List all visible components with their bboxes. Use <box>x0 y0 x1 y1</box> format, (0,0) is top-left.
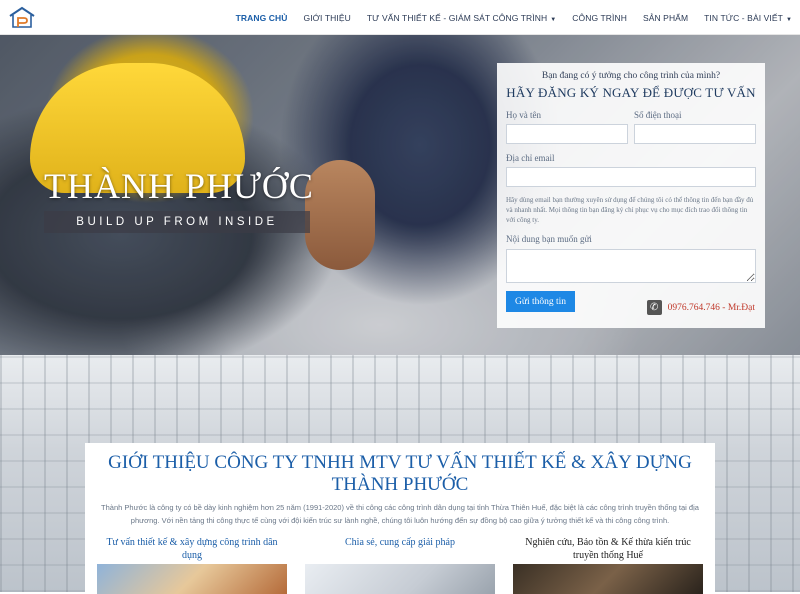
menu-item-products[interactable]: SẢN PHẨM <box>635 13 696 23</box>
submit-button[interactable]: Gửi thông tin <box>506 291 575 312</box>
service-card[interactable]: Tư vấn thiết kế & xây dựng công trình dâ… <box>97 536 287 594</box>
menu-item-news[interactable]: TIN TỨC - BÀI VIẾT ▼ <box>696 13 800 23</box>
service-cards: Tư vấn thiết kế & xây dựng công trình dâ… <box>97 536 703 594</box>
intro-title: GIỚI THIỆU CÔNG TY TNHH MTV TƯ VẤN THIẾT… <box>108 452 692 495</box>
card-image <box>97 564 287 594</box>
menu-item-label: TIN TỨC - BÀI VIẾT <box>704 12 783 23</box>
intro-section: GIỚI THIỆU CÔNG TY TNHH MTV TƯ VẤN THIẾT… <box>0 355 800 594</box>
caret-down-icon: ▼ <box>785 16 792 23</box>
menu-item-label: SẢN PHẨM <box>642 12 689 23</box>
card-image <box>305 564 495 594</box>
card-image <box>513 564 703 594</box>
house-logo-icon[interactable] <box>8 6 36 28</box>
form-note: Hãy dùng email bạn thường xuyên sử dụng … <box>506 196 754 224</box>
handshake-image <box>305 160 375 270</box>
name-field[interactable] <box>506 124 628 144</box>
consultation-form: Bạn đang có ý tưởng cho công trình của m… <box>497 63 765 328</box>
email-label: Địa chỉ email <box>506 153 555 163</box>
brand-subtitle: BUILD UP FROM INSIDE <box>44 211 310 233</box>
email-field[interactable] <box>506 167 756 187</box>
hotline-number: 0976.764.746 - Mr.Đạt <box>667 302 755 313</box>
menu-item-home[interactable]: TRANG CHỦ <box>228 13 296 23</box>
menu-item-projects[interactable]: CÔNG TRÌNH <box>564 13 635 23</box>
intro-text: Thành Phước là công ty có bề dày kinh ng… <box>101 503 699 525</box>
menu-item-about[interactable]: GIỚI THIỆU <box>296 13 359 23</box>
message-field[interactable] <box>506 249 756 283</box>
intro-panel: GIỚI THIỆU CÔNG TY TNHH MTV TƯ VẤN THIẾT… <box>85 443 715 594</box>
phone-label: Số điện thoại <box>634 110 682 120</box>
menu-item-label: CÔNG TRÌNH <box>572 12 627 23</box>
menu-item-label: TƯ VẤN THIẾT KẾ - GIÁM SÁT CÔNG TRÌNH <box>366 12 548 23</box>
menu-item-design-consulting[interactable]: TƯ VẤN THIẾT KẾ - GIÁM SÁT CÔNG TRÌNH ▼ <box>359 13 564 23</box>
card-title: Nghiên cứu, Bảo tồn & Kế thừa kiến trúc … <box>525 537 691 561</box>
phone-field[interactable] <box>634 124 756 144</box>
message-label: Nội dung bạn muốn gửi <box>506 234 592 244</box>
top-navbar: TRANG CHỦ GIỚI THIỆU TƯ VẤN THIẾT KẾ - G… <box>0 0 800 35</box>
card-title: Tư vấn thiết kế & xây dựng công trình dâ… <box>106 537 278 561</box>
hotline[interactable]: ✆ 0976.764.746 - Mr.Đạt <box>646 300 755 315</box>
hero-banner: THÀNH PHƯỚC BUILD UP FROM INSIDE Bạn đan… <box>0 35 800 355</box>
phone-icon: ✆ <box>646 300 662 315</box>
brand-title: THÀNH PHƯỚC <box>44 166 314 206</box>
name-label: Họ và tên <box>506 110 541 120</box>
menu-item-label: TRANG CHỦ <box>235 12 288 23</box>
main-menu: TRANG CHỦ GIỚI THIỆU TƯ VẤN THIẾT KẾ - G… <box>228 0 800 35</box>
hero-brand: THÀNH PHƯỚC BUILD UP FROM INSIDE <box>44 165 314 233</box>
form-question: Bạn đang có ý tưởng cho công trình của m… <box>541 71 721 81</box>
service-card[interactable]: Chia sẻ, cung cấp giải pháp <box>305 536 495 594</box>
form-heading: HÃY ĐĂNG KÝ NGAY ĐỂ ĐƯỢC TƯ VẤN <box>506 85 756 100</box>
menu-item-label: GIỚI THIỆU <box>303 12 351 23</box>
service-card[interactable]: Nghiên cứu, Bảo tồn & Kế thừa kiến trúc … <box>513 536 703 594</box>
card-title: Chia sẻ, cung cấp giải pháp <box>345 537 455 548</box>
caret-down-icon: ▼ <box>550 16 557 23</box>
